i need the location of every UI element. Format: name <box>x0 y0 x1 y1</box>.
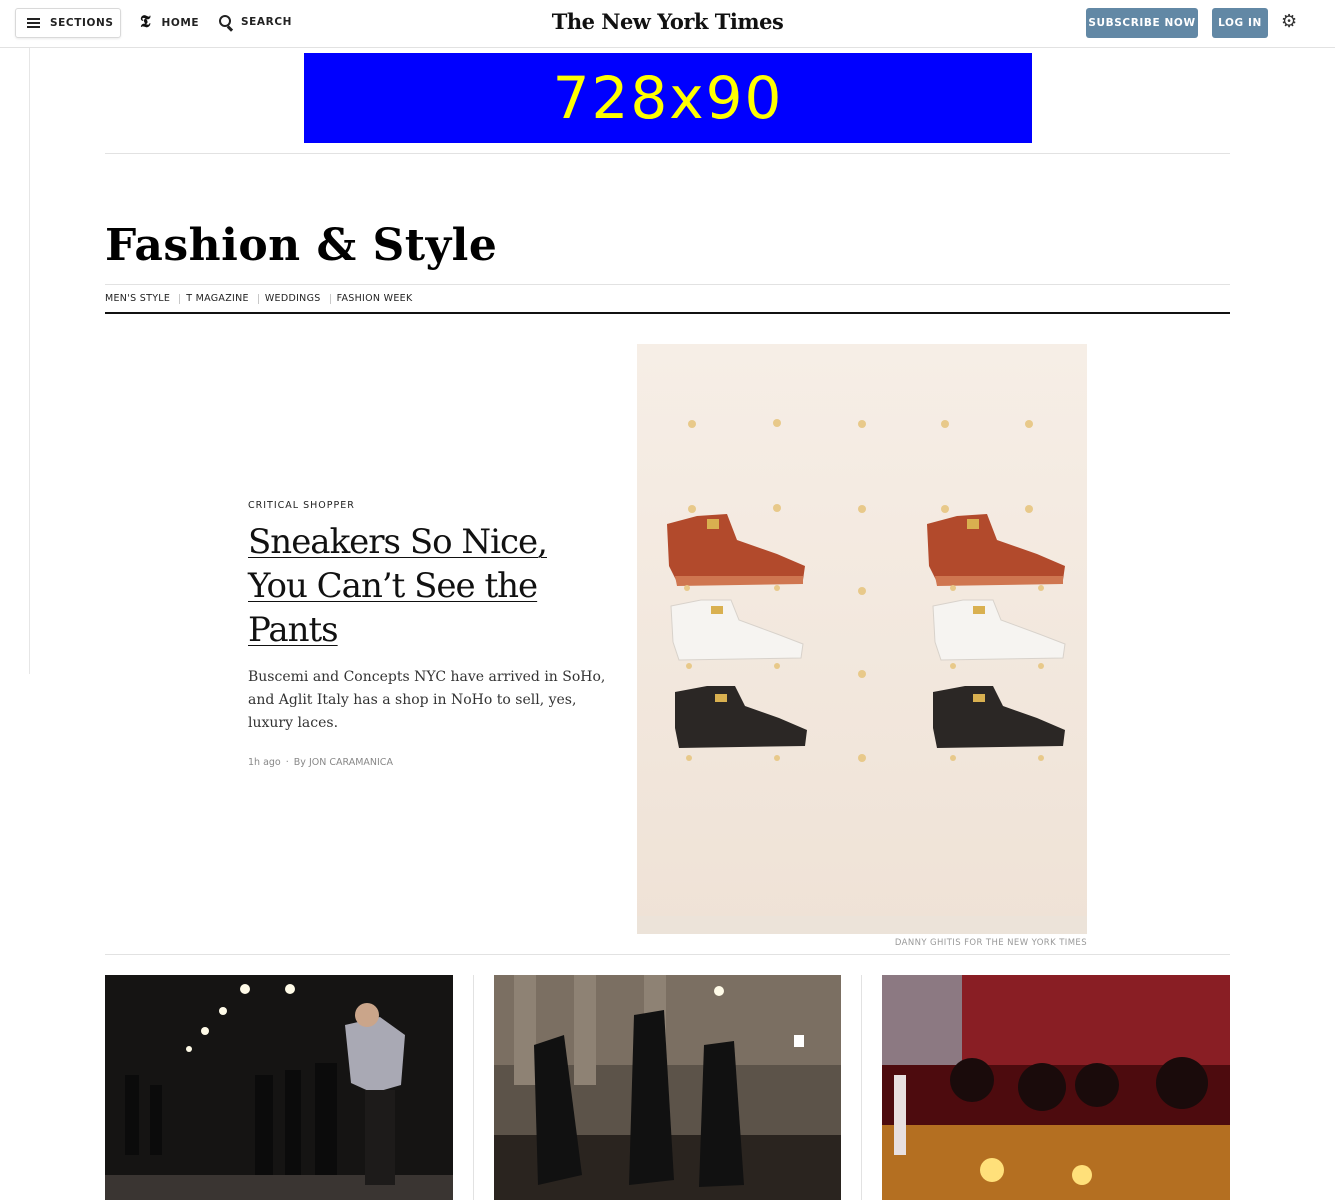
subnav-fashion-week[interactable]: FASHION WEEK <box>337 293 413 304</box>
search-icon <box>219 15 234 32</box>
subnav-separator <box>257 293 259 304</box>
sections-button[interactable]: SECTIONS <box>15 8 121 38</box>
search-label: SEARCH <box>241 16 293 28</box>
story-kicker[interactable]: CRITICAL SHOPPER <box>248 500 355 511</box>
divider <box>105 954 1230 955</box>
divider <box>105 153 1230 154</box>
search-button[interactable]: SEARCH <box>219 15 293 32</box>
login-button[interactable]: LOG IN <box>1212 8 1268 38</box>
nyt-t-logo-icon: 𝕿 <box>140 12 151 32</box>
subnav-separator <box>179 293 181 304</box>
left-edge-panel <box>0 48 30 674</box>
lead-summary: Buscemi and Concepts NYC have arrived in… <box>248 669 606 731</box>
lead-byline: 1h ago · By JON CARAMANICA <box>248 757 393 768</box>
subnav-t-magazine[interactable]: T MAGAZINE <box>186 293 249 304</box>
runway-photo-1[interactable] <box>105 975 453 1200</box>
ad-size-label: 728x90 <box>552 64 784 132</box>
hamburger-menu-icon <box>27 18 40 28</box>
timestamp: 1h ago <box>248 757 281 768</box>
byline-prefix: By <box>293 757 306 768</box>
top-navigation-bar: SECTIONS 𝕿 HOME SEARCH The New York Time… <box>0 0 1335 48</box>
home-link[interactable]: 𝕿 HOME <box>140 14 199 31</box>
column-separator <box>473 975 474 1200</box>
gear-icon[interactable]: ⚙ <box>1281 13 1297 31</box>
subscribe-button[interactable]: SUBSCRIBE NOW <box>1086 8 1198 38</box>
section-subnav: MEN'S STYLE T MAGAZINE WEDDINGS FASHION … <box>105 293 412 304</box>
column-separator <box>861 975 862 1200</box>
home-label: HOME <box>161 16 200 29</box>
section-header-rule <box>105 312 1230 314</box>
party-photo[interactable] <box>882 975 1230 1200</box>
subnav-separator <box>329 293 331 304</box>
image-credit: DANNY GHITIS FOR THE NEW YORK TIMES <box>894 938 1087 948</box>
lead-image-sneakers[interactable] <box>637 344 1087 934</box>
nyt-masthead-logo[interactable]: The New York Times <box>540 9 795 34</box>
author-name[interactable]: JON CARAMANICA <box>309 757 393 768</box>
subnav-weddings[interactable]: WEDDINGS <box>265 293 321 304</box>
subnav-mens-style[interactable]: MEN'S STYLE <box>105 293 170 304</box>
lead-headline: Sneakers So Nice, You Can’t See the Pant… <box>248 520 598 652</box>
banner-ad[interactable]: 728x90 <box>304 53 1032 143</box>
section-title: Fashion & Style <box>105 220 498 271</box>
byline-dot: · <box>285 757 289 768</box>
runway-photo-2[interactable] <box>494 975 841 1200</box>
lead-headline-link[interactable]: Sneakers So Nice, You Can’t See the Pant… <box>248 522 548 650</box>
sections-label: SECTIONS <box>50 17 114 29</box>
divider <box>105 284 1230 285</box>
